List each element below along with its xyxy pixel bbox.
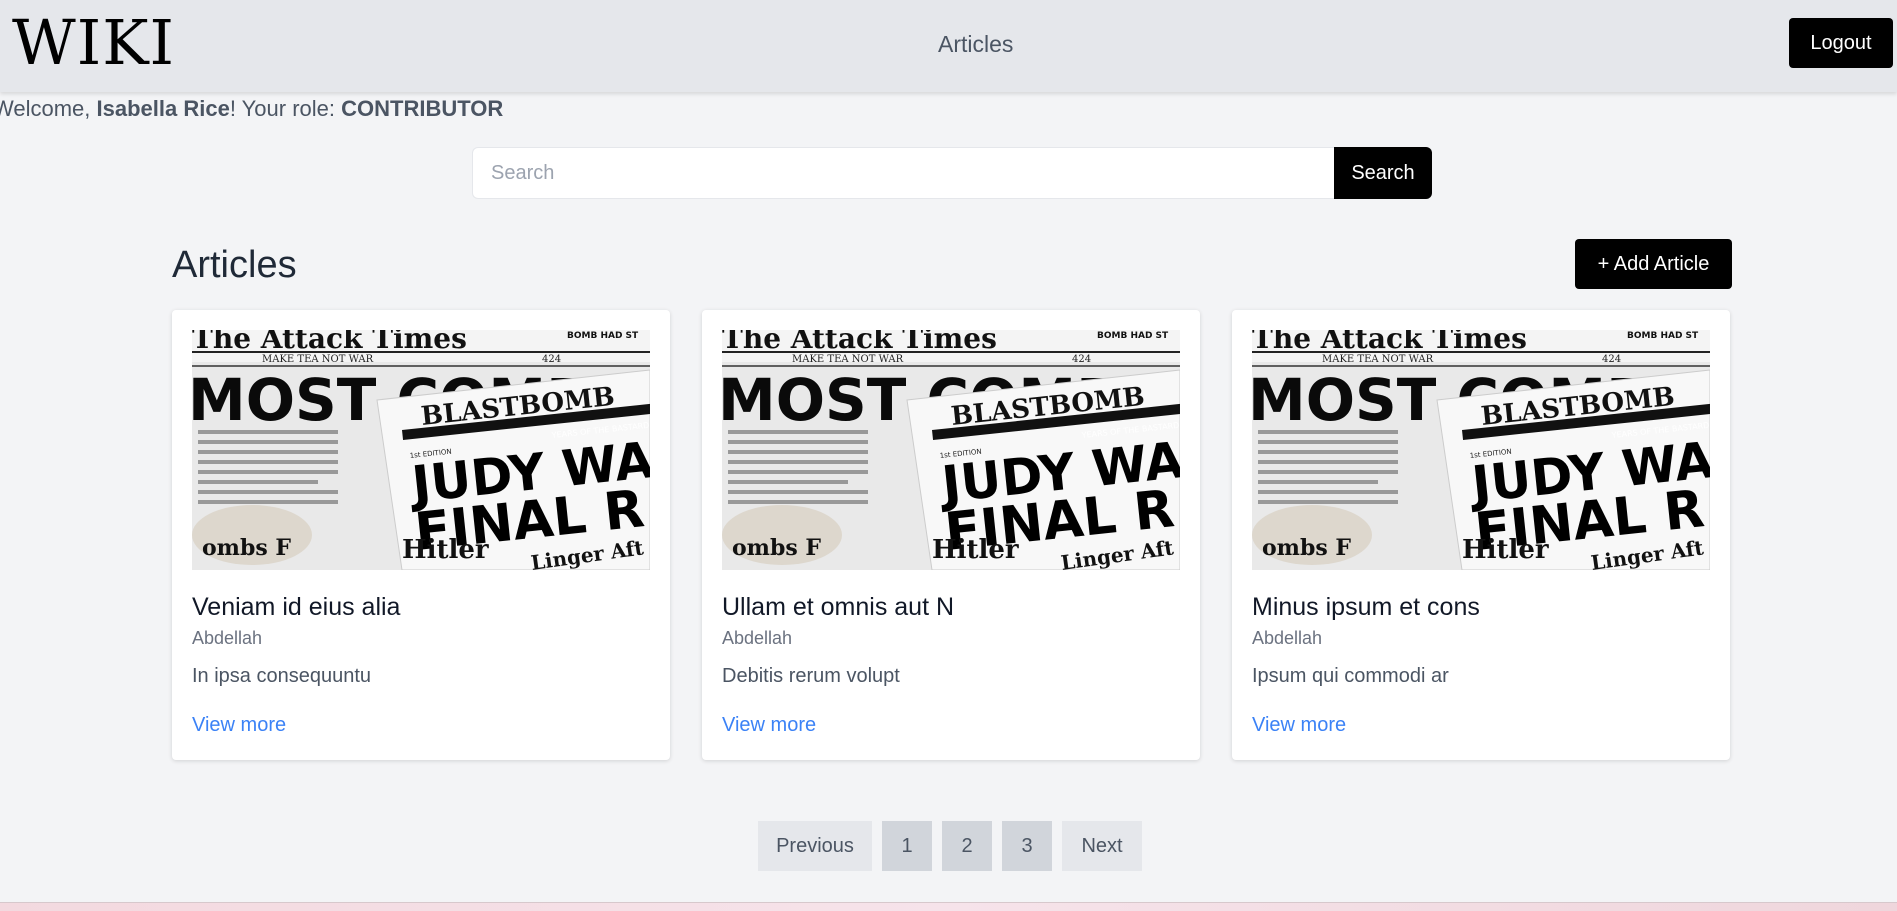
img-bottom1: Hitler [1462,535,1549,565]
img-motto: MAKE TEA NOT WAR [792,354,904,365]
img-bottom3: ombs F [1262,535,1351,561]
article-card: The Attack Times MAKE TEA NOT WAR 424 BO… [1232,310,1730,760]
article-author: Abdellah [722,628,793,648]
page-title: Articles [172,244,297,286]
img-bottom1: Hitler [402,535,489,565]
article-excerpt: In ipsa consequuntu [192,665,372,687]
page-1-button[interactable]: 1 [882,821,932,871]
logout-button[interactable]: Logout [1789,18,1893,68]
article-title: Veniam id eius alia [192,593,401,621]
page-2-button[interactable]: 2 [942,821,992,871]
page-3-button[interactable]: 3 [1002,821,1052,871]
article-title: Minus ipsum et cons [1252,593,1480,621]
article-image: The Attack Times MAKE TEA NOT WAR 424 BO… [192,330,650,570]
view-more-link[interactable]: View more [722,714,816,737]
search-input[interactable] [472,147,1334,199]
search-bar: Search [472,147,1432,199]
img-motto: MAKE TEA NOT WAR [262,354,374,365]
next-page-button[interactable]: Next [1062,821,1142,871]
view-more-link[interactable]: View more [1252,714,1346,737]
article-excerpt: Ipsum qui commodi ar [1252,665,1449,687]
article-image: The Attack Times MAKE TEA NOT WAR 424 BO… [722,330,1180,570]
img-corner: BOMB HAD ST [1627,331,1699,341]
article-card: The Attack Times MAKE TEA NOT WAR 424 BO… [172,310,670,760]
img-bottom1: Hitler [932,535,1019,565]
previous-page-button[interactable]: Previous [758,821,872,871]
search-button[interactable]: Search [1334,147,1432,199]
top-navbar: WIKI Articles Logout [0,0,1897,92]
nav-articles-link[interactable]: Articles [938,31,1013,58]
img-bottom3: ombs F [202,535,291,561]
article-author: Abdellah [1252,628,1323,648]
site-logo[interactable]: WIKI [12,8,175,78]
welcome-role: CONTRIBUTOR [341,96,504,121]
img-corner: BOMB HAD ST [567,331,639,341]
article-image: The Attack Times MAKE TEA NOT WAR 424 BO… [1252,330,1710,570]
view-more-link[interactable]: View more [192,714,286,737]
welcome-user-name: Isabella Rice [96,96,230,121]
welcome-message: Welcome, Isabella Rice! Your role: CONTR… [0,96,503,122]
article-excerpt: Debitis rerum volupt [722,665,900,687]
img-page: 424 [542,354,561,365]
img-page: 424 [1602,354,1621,365]
article-author: Abdellah [192,628,263,648]
welcome-middle: ! Your role: [229,96,342,121]
welcome-prefix: Welcome, [0,96,97,121]
img-bottom3: ombs F [732,535,821,561]
img-page: 424 [1072,354,1091,365]
article-title: Ullam et omnis aut N [722,593,955,621]
add-article-button[interactable]: + Add Article [1575,239,1732,289]
img-corner: BOMB HAD ST [1097,331,1169,341]
article-card: The Attack Times MAKE TEA NOT WAR 424 BO… [702,310,1200,760]
img-motto: MAKE TEA NOT WAR [1322,354,1434,365]
pagination: Previous 1 2 3 Next [758,821,1142,871]
taskbar-strip [0,902,1897,911]
